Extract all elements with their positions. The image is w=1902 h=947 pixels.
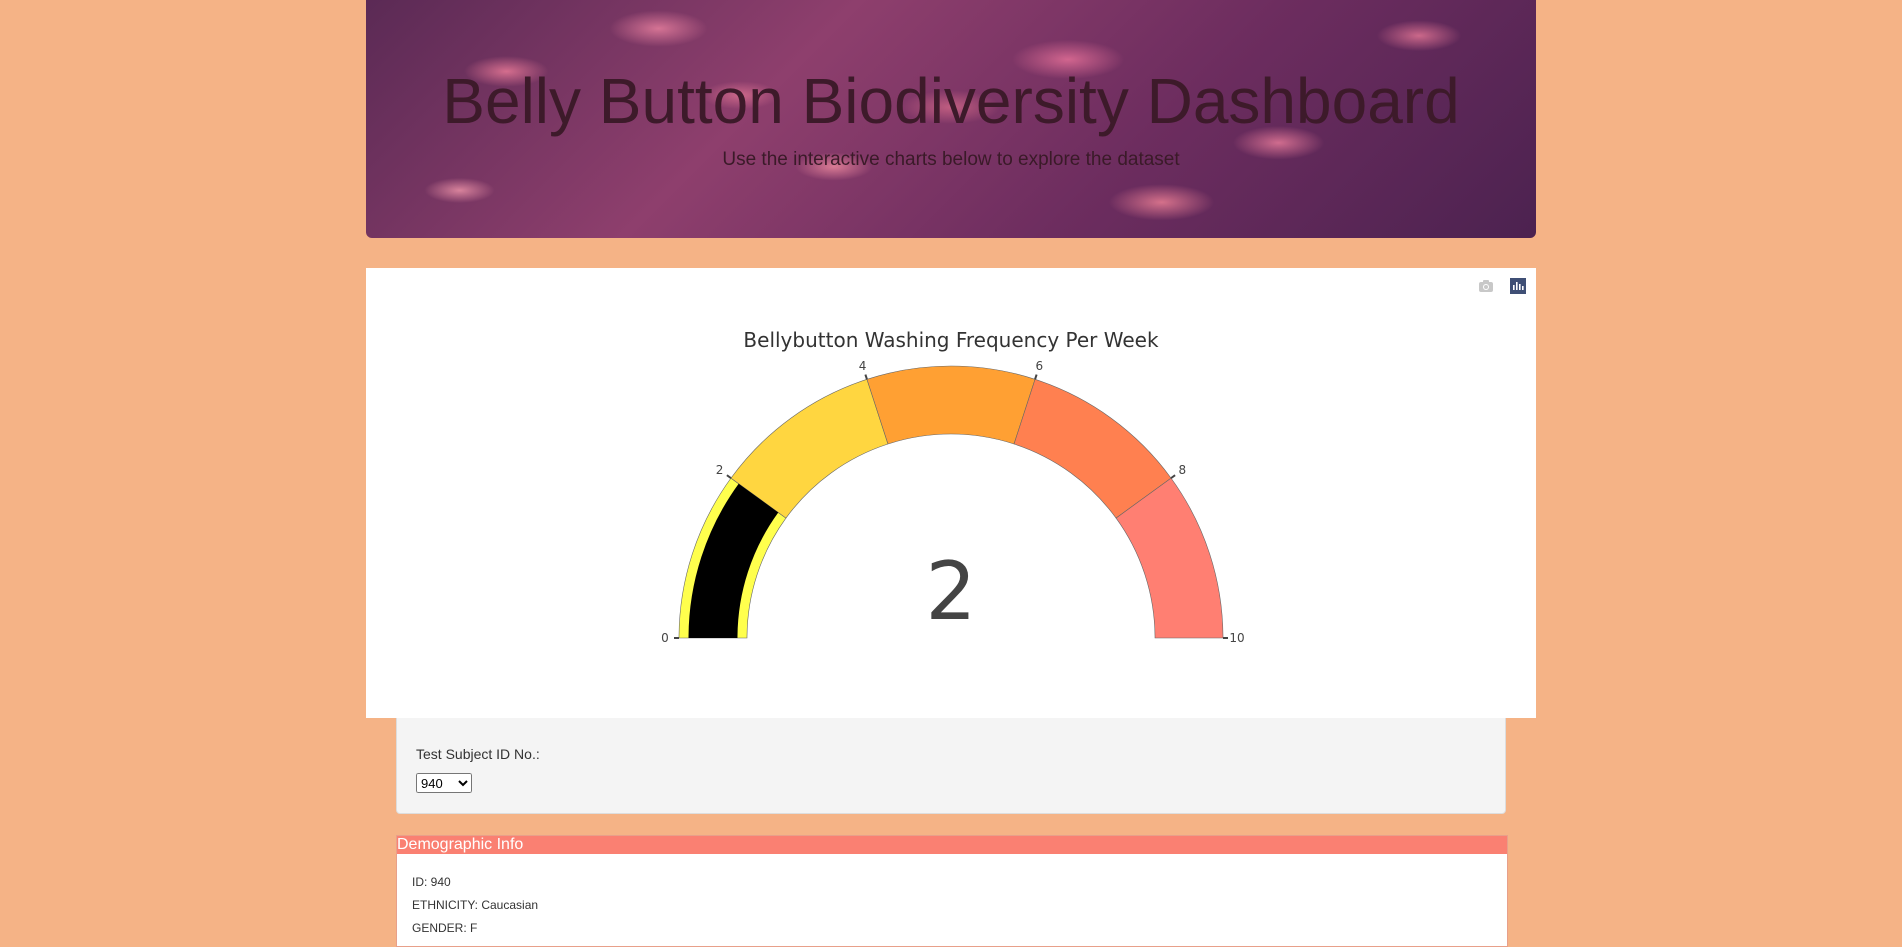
gauge-tick-label: 0 [661,631,669,645]
demographic-info-heading: Demographic Info [397,836,1507,854]
gauge-step-2 [866,365,1036,445]
gauge-tick-mark [1170,474,1176,479]
gauge-tick-mark [864,374,868,380]
gauge-tick-label: 2 [716,463,724,477]
demographic-gender: GENDER: F [412,921,478,935]
subject-id-label: Test Subject ID No.: [416,746,540,762]
gauge-value: 2 [926,545,977,638]
gauge-tick-mark [1034,374,1038,380]
gauge-value-bar [688,483,779,638]
gauge-tick-label: 8 [1179,463,1187,477]
demographic-ethnicity: ETHNICITY: Caucasian [412,898,539,912]
gauge-tick-mark [726,474,732,479]
gauge-tick-label: 6 [1036,359,1044,373]
page-subtitle: Use the interactive charts below to expl… [722,149,1180,170]
gauge-title: Bellybutton Washing Frequency Per Week [743,328,1159,352]
page-title: Belly Button Biodiversity Dashboard [442,65,1460,137]
gauge-tick-label: 10 [1229,631,1244,645]
subject-id-dropdown[interactable]: 940 [416,773,472,793]
gauge-chart-panel: Bellybutton Washing Frequency Per Week 0… [366,268,1536,718]
header-banner: Belly Button Biodiversity Dashboard Use … [366,0,1536,238]
subject-selector-panel: Test Subject ID No.: 940 [396,718,1506,814]
demographic-id: ID: 940 [412,875,451,889]
demographic-info-panel: Demographic Info ID: 940 ETHNICITY: Cauc… [396,835,1508,947]
gauge-chart: Bellybutton Washing Frequency Per Week 0… [661,328,1244,645]
demographic-info-body: ID: 940 ETHNICITY: Caucasian GENDER: F [397,854,1507,943]
gauge-tick-label: 4 [859,359,867,373]
